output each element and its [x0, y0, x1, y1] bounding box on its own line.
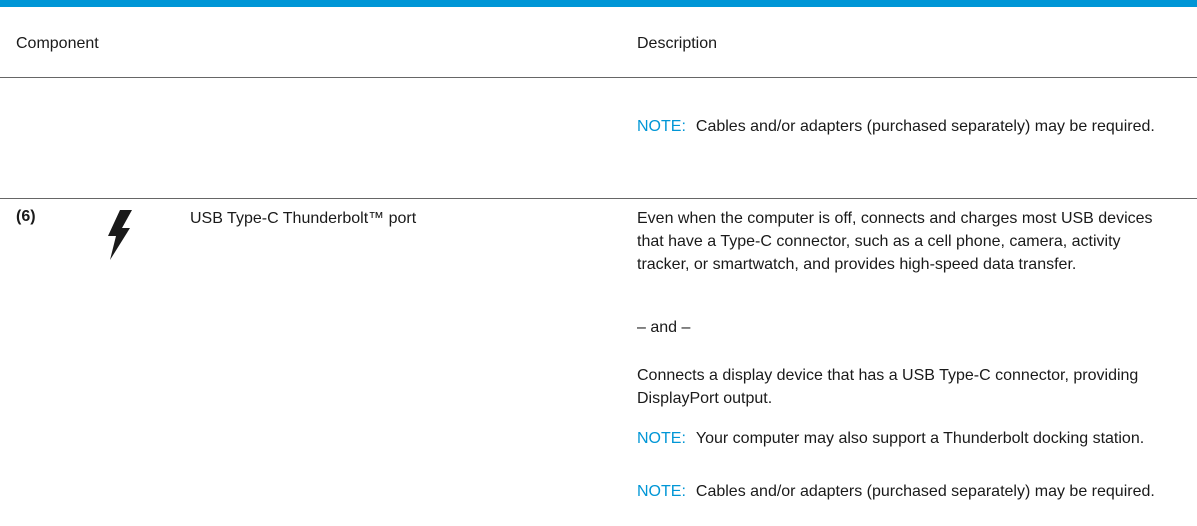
description-note: NOTE: Cables and/or adapters (purchased s…	[637, 480, 1177, 503]
description-separator: – and –	[637, 319, 691, 336]
component-name: USB Type-C Thunderbolt™ port	[190, 210, 417, 227]
row-continued-note: NOTE: Cables and/or adapters (purchased s…	[637, 115, 1177, 138]
row-number: (6)	[16, 208, 36, 225]
row-divider	[0, 198, 1197, 199]
note-text: Your computer may also support a Thunder…	[695, 430, 1145, 447]
note-label: NOTE:	[637, 483, 686, 500]
note-text: Cables and/or adapters (purchased separa…	[695, 483, 1155, 500]
header-component: Component	[16, 35, 99, 52]
header-divider	[0, 77, 1197, 78]
table-top-rule	[0, 0, 1197, 7]
description-note: NOTE: Your computer may also support a Th…	[637, 427, 1177, 450]
header-description: Description	[637, 35, 718, 52]
description-paragraph: Connects a display device that has a USB…	[637, 367, 1139, 407]
note-text: Cables and/or adapters (purchased separa…	[695, 118, 1155, 135]
thunderbolt-icon	[106, 210, 136, 260]
note-label: NOTE:	[637, 118, 686, 135]
description-paragraph: Even when the computer is off, connects …	[637, 210, 1153, 273]
table-header-row: Component Description	[0, 7, 1197, 77]
note-label: NOTE:	[637, 430, 686, 447]
